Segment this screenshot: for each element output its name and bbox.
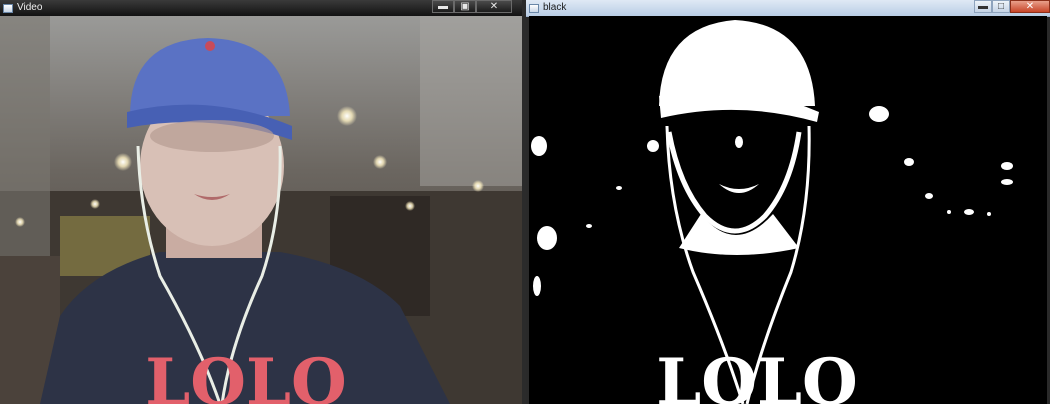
close-icon[interactable]: ✕ bbox=[1010, 0, 1050, 13]
window-title: Video bbox=[17, 2, 43, 13]
video-image: LOLO bbox=[0, 16, 522, 404]
window-controls: ▬ ▣ ✕ bbox=[432, 0, 512, 13]
binary-mask-image: LOLO bbox=[529, 16, 1047, 404]
maximize-icon[interactable]: □ bbox=[992, 0, 1010, 13]
window-app-icon bbox=[529, 3, 539, 13]
close-icon[interactable]: ✕ bbox=[476, 0, 512, 13]
black-window[interactable]: black ▬ □ ✕ LOLO bbox=[526, 0, 1050, 404]
video-window[interactable]: Video ▬ ▣ ✕ LOLO bbox=[0, 0, 522, 404]
shirt-print-text: LOLO bbox=[145, 345, 347, 404]
binary-frame: LOLO bbox=[529, 16, 1047, 404]
window-app-icon bbox=[3, 3, 13, 13]
video-titlebar[interactable]: Video ▬ ▣ ✕ bbox=[0, 0, 522, 16]
video-frame: LOLO bbox=[0, 16, 522, 404]
black-titlebar[interactable]: black ▬ □ ✕ bbox=[526, 0, 1050, 17]
window-title: black bbox=[543, 2, 567, 13]
maximize-icon[interactable]: ▣ bbox=[454, 0, 476, 13]
minimize-icon[interactable]: ▬ bbox=[974, 0, 992, 13]
window-controls: ▬ □ ✕ bbox=[974, 0, 1050, 13]
shirt-print-text: LOLO bbox=[656, 345, 858, 404]
minimize-icon[interactable]: ▬ bbox=[432, 0, 454, 13]
